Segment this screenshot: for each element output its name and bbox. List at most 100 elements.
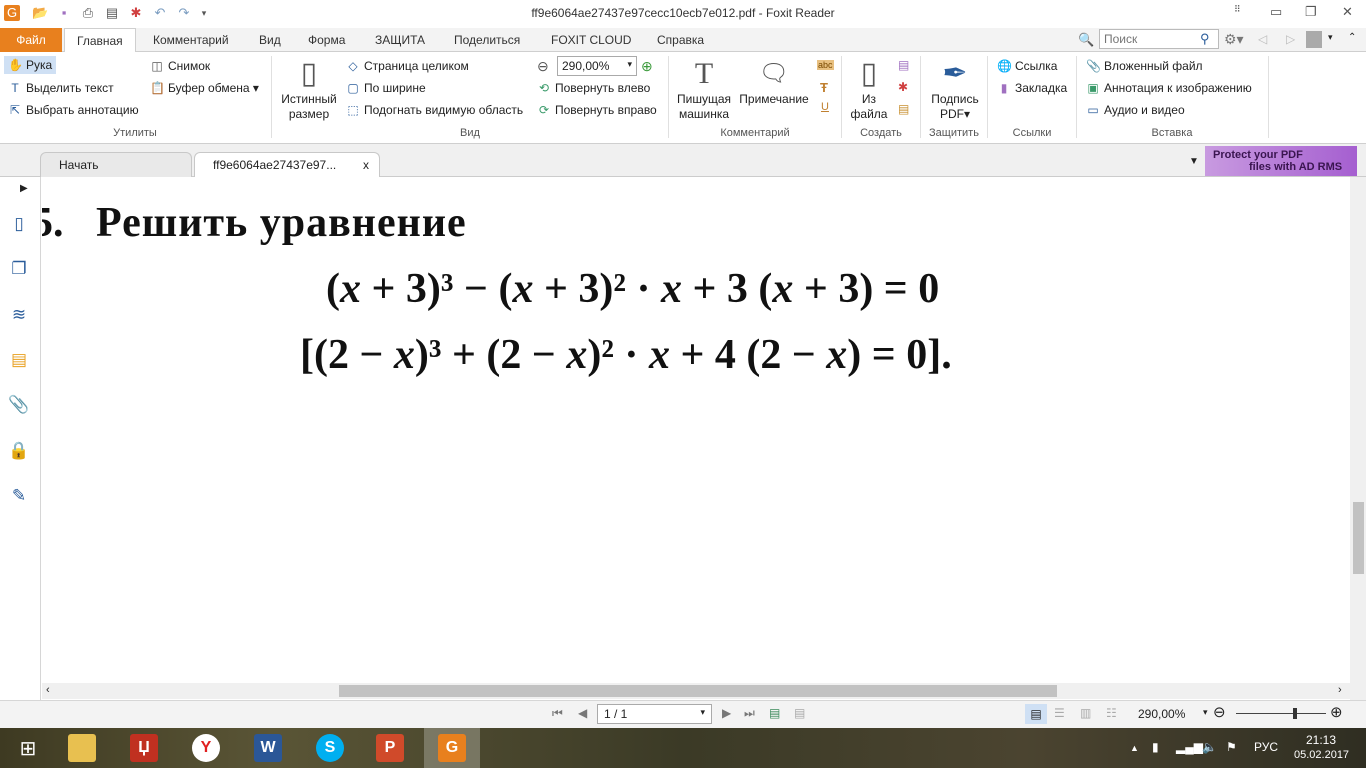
continuous-facing-view-icon[interactable]: ☷ bbox=[1106, 706, 1117, 720]
attachment-button[interactable]: 📎 Вложенный файл bbox=[1086, 59, 1203, 73]
next-page-icon[interactable]: ▶ bbox=[722, 706, 731, 720]
create-from-clipboard-icon[interactable]: ▤ bbox=[898, 102, 909, 116]
taskbar-skype[interactable]: S bbox=[302, 728, 358, 768]
taskbar-explorer[interactable] bbox=[54, 728, 110, 768]
next-view-icon[interactable]: ▤ bbox=[794, 706, 805, 720]
zoom-level[interactable]: 290,00% bbox=[1138, 707, 1185, 721]
rotate-left-button[interactable]: ⟲ Повернуть влево bbox=[537, 81, 650, 95]
create-from-scanner-icon[interactable]: ▤ bbox=[898, 58, 909, 72]
zoom-out-icon[interactable]: ⊖ bbox=[537, 58, 549, 75]
from-file-button[interactable]: ▯ Из файла bbox=[846, 56, 892, 122]
fit-page-button[interactable]: ◇ Страница целиком bbox=[346, 59, 468, 73]
tab-start[interactable]: Начать bbox=[40, 152, 192, 177]
zoom-slider[interactable] bbox=[1236, 713, 1326, 714]
page-number-input[interactable]: 1 / 1 ▾ bbox=[597, 704, 712, 724]
clock-time[interactable]: 21:13 bbox=[1306, 733, 1336, 747]
tab-share[interactable]: Поделиться bbox=[442, 28, 532, 52]
avatar[interactable] bbox=[1306, 31, 1322, 48]
tab-home[interactable]: Главная bbox=[64, 28, 136, 53]
horizontal-scroll-thumb[interactable] bbox=[339, 685, 1057, 697]
fit-visible-button[interactable]: ⬚ Подогнать видимую область bbox=[346, 103, 523, 117]
taskbar-word[interactable]: W bbox=[240, 728, 296, 768]
taskbar-yandex[interactable]: Y bbox=[178, 728, 234, 768]
zoom-in-button[interactable]: ⊕ bbox=[1330, 703, 1343, 721]
tab-form[interactable]: Форма bbox=[296, 28, 357, 52]
typewriter-button[interactable]: T Пишущая машинка bbox=[672, 56, 736, 122]
comments-icon[interactable]: ▤ bbox=[8, 349, 30, 371]
close-tab-icon[interactable]: x bbox=[363, 153, 369, 177]
language-indicator[interactable]: РУС bbox=[1254, 740, 1278, 754]
continuous-view-icon[interactable]: ☰ bbox=[1054, 706, 1065, 720]
highlight-button[interactable]: abc bbox=[817, 60, 834, 70]
strikeout-icon[interactable]: Ŧ bbox=[820, 80, 828, 95]
select-text-button[interactable]: T Выделить текст bbox=[8, 81, 113, 95]
security-lock-icon[interactable]: 🔒 bbox=[8, 440, 30, 462]
tab-help[interactable]: Справка bbox=[645, 28, 716, 52]
first-page-icon[interactable]: ⏮ bbox=[552, 706, 563, 721]
snapshot-button[interactable]: ◫ Снимок bbox=[150, 59, 210, 73]
zoom-dropdown-icon[interactable]: ▾ bbox=[1203, 707, 1208, 718]
underline-button[interactable]: U bbox=[821, 101, 829, 113]
link-button[interactable]: 🌐 Ссылка bbox=[997, 59, 1057, 73]
zoom-in-icon[interactable]: ⊕ bbox=[641, 58, 653, 75]
single-page-view-icon[interactable]: ▤ bbox=[1025, 704, 1047, 724]
tab-foxit-cloud[interactable]: FOXIT CLOUD bbox=[539, 28, 643, 52]
tab-view[interactable]: Вид bbox=[247, 28, 293, 52]
hand-tool-button[interactable]: ✋ Рука bbox=[4, 56, 57, 74]
volume-icon[interactable]: 🔈 bbox=[1202, 740, 1217, 754]
taskbar-foxit[interactable]: G bbox=[424, 728, 480, 768]
tabs-dropdown-icon[interactable]: ▼ bbox=[1189, 156, 1199, 167]
expand-panel-icon[interactable]: ▶ bbox=[20, 183, 28, 194]
prev-page-icon[interactable]: ◀ bbox=[578, 706, 587, 720]
audio-video-button[interactable]: ▭ Аудио и видео bbox=[1086, 103, 1184, 117]
restore-button[interactable]: ❐ bbox=[1305, 4, 1317, 20]
taskbar-app-red[interactable]: Џ bbox=[116, 728, 172, 768]
gear-icon[interactable]: ⚙▾ bbox=[1224, 31, 1244, 48]
tab-protect[interactable]: ЗАЩИТА bbox=[363, 28, 437, 52]
clock-date[interactable]: 05.02.2017 bbox=[1294, 749, 1349, 761]
horizontal-scrollbar[interactable]: ‹ › bbox=[42, 683, 1350, 699]
pages-icon[interactable]: ❐ bbox=[8, 258, 30, 280]
fit-width-button[interactable]: ▢ По ширине bbox=[346, 81, 425, 95]
layers-icon[interactable]: ≋ bbox=[8, 304, 30, 326]
zoom-slider-thumb[interactable] bbox=[1293, 708, 1298, 719]
search-icon[interactable]: ⚲ bbox=[1200, 31, 1210, 47]
collapse-ribbon-icon[interactable]: ⌃ bbox=[1348, 32, 1356, 43]
layout-icon[interactable]: ⠿ bbox=[1234, 4, 1241, 15]
promo-banner[interactable]: Protect your PDF files with AD RMS bbox=[1205, 146, 1357, 176]
tab-file[interactable]: Файл bbox=[0, 28, 62, 52]
previous-view-icon[interactable]: ▤ bbox=[769, 706, 780, 720]
actual-size-button[interactable]: ▯ Истинный размер bbox=[278, 56, 340, 122]
page-thumbnails-icon[interactable]: ▯ bbox=[8, 213, 30, 235]
battery-icon[interactable]: ▮ bbox=[1152, 740, 1159, 754]
show-hidden-icons[interactable]: ▲ bbox=[1130, 743, 1139, 753]
forward-icon[interactable]: ▷ bbox=[1286, 32, 1295, 46]
create-blank-icon[interactable]: ✱ bbox=[898, 80, 908, 94]
signature-icon[interactable]: ✎ bbox=[8, 485, 30, 507]
close-button[interactable]: ✕ bbox=[1342, 4, 1353, 20]
tab-document[interactable]: ff9e6064ae27437e97... x bbox=[194, 152, 380, 177]
scroll-left-icon[interactable]: ‹ bbox=[46, 684, 50, 696]
bookmark-button[interactable]: ▮ Закладка bbox=[997, 81, 1067, 95]
vertical-scroll-thumb[interactable] bbox=[1353, 502, 1364, 574]
search-folder-icon[interactable]: 🔍 bbox=[1078, 32, 1094, 48]
tab-comment[interactable]: Комментарий bbox=[141, 28, 241, 52]
rotate-right-button[interactable]: ⟳ Повернуть вправо bbox=[537, 103, 657, 117]
sign-pdf-button[interactable]: ✒ Подпись PDF▾ bbox=[924, 56, 986, 122]
scroll-right-icon[interactable]: › bbox=[1338, 684, 1342, 696]
network-icon[interactable]: ▂▄▆ bbox=[1176, 740, 1203, 754]
facing-view-icon[interactable]: ▥ bbox=[1080, 706, 1091, 720]
account-dropdown-icon[interactable]: ▾ bbox=[1328, 32, 1333, 43]
attachments-icon[interactable]: 📎 bbox=[8, 394, 30, 416]
back-icon[interactable]: ◁ bbox=[1258, 32, 1267, 46]
minimize-button[interactable]: ▭ bbox=[1270, 4, 1282, 20]
clipboard-button[interactable]: 📋 Буфер обмена ▾ bbox=[150, 81, 259, 95]
note-button[interactable]: 🗨 Примечание bbox=[736, 56, 812, 107]
start-button[interactable]: ⊞ bbox=[0, 728, 56, 768]
vertical-scrollbar[interactable] bbox=[1350, 177, 1366, 700]
action-center-flag-icon[interactable]: ⚑ bbox=[1226, 740, 1237, 754]
image-annotation-button[interactable]: ▣ Аннотация к изображению bbox=[1086, 81, 1251, 95]
zoom-select[interactable]: 290,00% ▾ bbox=[557, 56, 637, 76]
zoom-out-button[interactable]: ⊖ bbox=[1213, 703, 1226, 721]
taskbar-powerpoint[interactable]: P bbox=[362, 728, 418, 768]
